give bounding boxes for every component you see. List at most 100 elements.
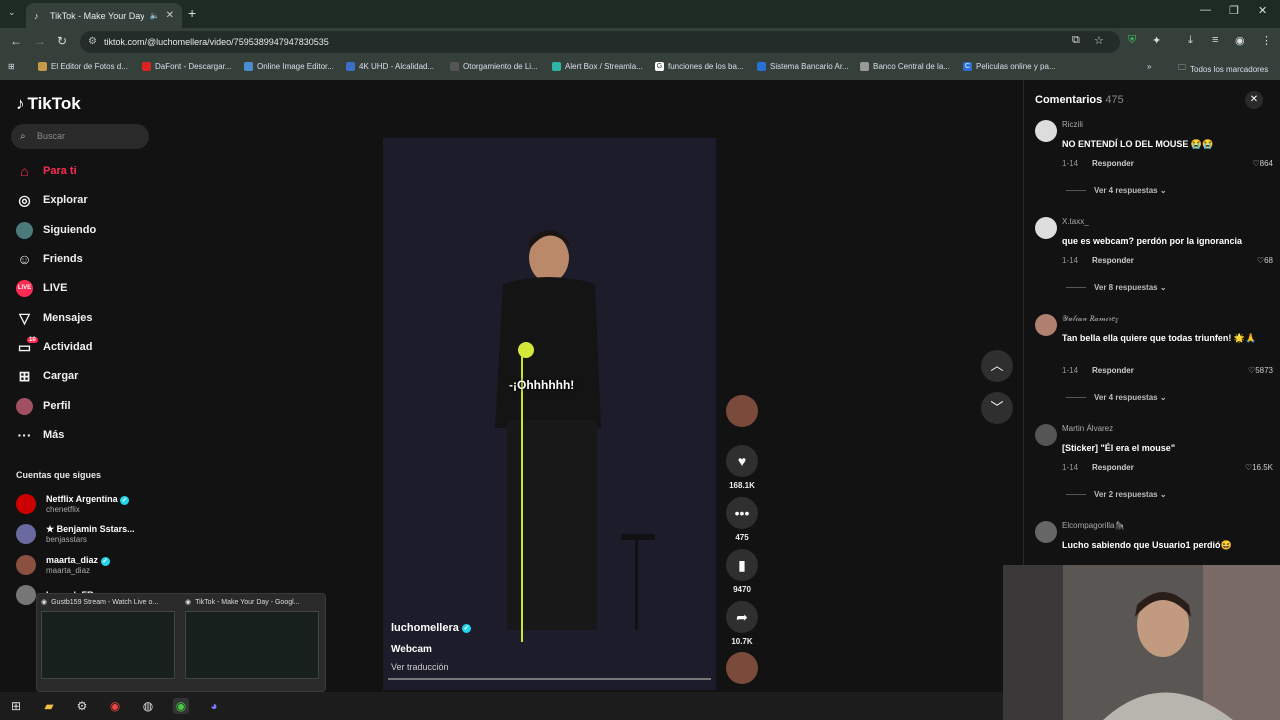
comment-like-button[interactable]: ♡16.5K bbox=[1245, 463, 1273, 472]
bookmark-item[interactable]: DaFont - Descargar... bbox=[142, 62, 231, 71]
nav-explore[interactable]: ◎ Explorar bbox=[16, 190, 87, 210]
window-close-icon[interactable]: ✕ bbox=[1258, 4, 1267, 17]
bookmark-item[interactable]: Sistema Bancario Ar... bbox=[757, 62, 849, 71]
file-explorer-icon[interactable]: ▰ bbox=[41, 698, 57, 714]
apps-grid-icon[interactable]: ⊞ bbox=[8, 62, 15, 71]
bookmark-item[interactable]: 4K UHD - Alcalidad... bbox=[346, 62, 434, 71]
bookmark-item[interactable]: Gfunciones de los ba... bbox=[655, 62, 744, 71]
bookmark-item[interactable]: Banco Central de la... bbox=[860, 62, 950, 71]
minimize-icon[interactable]: — bbox=[1200, 4, 1211, 16]
url-bar[interactable]: ⚙ tiktok.com/@luchomellera/video/7595389… bbox=[80, 31, 1120, 53]
reload-icon[interactable]: ↻ bbox=[57, 34, 67, 48]
sound-disc-button[interactable] bbox=[726, 652, 758, 684]
reply-button[interactable]: Responder bbox=[1092, 463, 1134, 472]
chrome-icon[interactable]: ◉ bbox=[107, 698, 123, 714]
nav-upload[interactable]: ⊞ Cargar bbox=[16, 366, 79, 386]
obs-icon[interactable]: ◍ bbox=[140, 698, 156, 714]
downloads-icon[interactable]: ⤓ bbox=[1188, 34, 1193, 47]
tab-close-icon[interactable]: ✕ bbox=[166, 10, 174, 21]
bookmark-favicon-icon bbox=[38, 62, 47, 71]
nav-more[interactable]: ··· Más bbox=[16, 425, 65, 445]
discord-icon[interactable]: ◕ bbox=[206, 698, 222, 714]
video-progress-bar[interactable] bbox=[388, 678, 711, 680]
windows-start-icon[interactable]: ⊞ bbox=[8, 698, 24, 714]
new-tab-icon[interactable]: + bbox=[188, 5, 196, 21]
tab-search-icon[interactable]: ⌄ bbox=[8, 7, 16, 18]
comment-like-button[interactable]: ♡864 bbox=[1252, 159, 1273, 168]
followed-account[interactable]: ★ Benjamin Sstars... benjasstars bbox=[16, 524, 135, 544]
profile-avatar-icon[interactable]: ◉ bbox=[1235, 34, 1245, 47]
see-translation-link[interactable]: Ver traducción bbox=[391, 662, 449, 672]
browser-tab[interactable]: ♪ TikTok - Make Your Day 🔈 ✕ bbox=[26, 3, 182, 28]
next-video-chevron-down-icon[interactable]: ﹀ bbox=[981, 392, 1013, 424]
followed-account[interactable]: maarta_diaz ✓ maarta_diaz bbox=[16, 555, 110, 575]
creator-avatar-button[interactable] bbox=[726, 395, 758, 427]
extensions-icon[interactable]: ✦ bbox=[1152, 34, 1161, 47]
bookmark-item[interactable]: C Peliculas online y pa... bbox=[963, 62, 1056, 71]
bookmark-item[interactable]: Otorgamiento de Li... bbox=[450, 62, 538, 71]
bookmark-item[interactable]: Online Image Editor... bbox=[244, 62, 334, 71]
nav-live[interactable]: LIVE LIVE bbox=[16, 278, 67, 298]
nav-for-you[interactable]: ⌂ Para ti bbox=[16, 161, 76, 181]
view-replies-button[interactable]: Ver 2 respuestas ⌄ bbox=[1066, 490, 1167, 499]
nav-profile[interactable]: Perfil bbox=[16, 396, 71, 416]
like-button[interactable]: ♥ 168.1K bbox=[726, 445, 758, 490]
reply-button[interactable]: Responder bbox=[1092, 159, 1134, 168]
comment-button[interactable]: ••• 475 bbox=[726, 497, 758, 542]
comment-username[interactable]: 𝒴𝓊𝓁𝒾𝒶𝓃 𝑅𝒶𝓂𝒾𝓇𝑒𝓏 bbox=[1062, 314, 1119, 324]
forward-icon[interactable]: → bbox=[34, 34, 46, 48]
comment-like-button[interactable]: ♡68 bbox=[1257, 256, 1273, 265]
comment-username[interactable]: Riczili bbox=[1062, 120, 1083, 129]
back-icon[interactable]: ← bbox=[10, 34, 22, 48]
restore-icon[interactable]: ❐ bbox=[1229, 4, 1239, 17]
share-button[interactable]: ➦ 10.7K bbox=[726, 601, 758, 646]
avatar[interactable] bbox=[1035, 217, 1057, 239]
adblock-shield-icon[interactable]: ⛨ bbox=[1128, 34, 1136, 47]
chrome-menu-icon[interactable]: ⋮ bbox=[1261, 34, 1272, 47]
view-replies-button[interactable]: Ver 4 respuestas ⌄ bbox=[1066, 393, 1167, 402]
site-info-icon[interactable]: ⚙ bbox=[88, 31, 97, 53]
close-comments-icon[interactable]: ✕ bbox=[1245, 91, 1263, 109]
comment-username[interactable]: X.taxx_ bbox=[1062, 217, 1089, 226]
taskbar-window-preview: ◉ Gustb159 Stream - Watch Live o... ◉ TikT… bbox=[36, 593, 326, 692]
bookmark-star-icon[interactable]: ☆ bbox=[1094, 34, 1104, 47]
tab-audio-icon[interactable]: 🔈 bbox=[150, 11, 160, 20]
bookmarks-overflow-icon[interactable]: » bbox=[1147, 62, 1151, 71]
avatar[interactable] bbox=[1035, 521, 1057, 543]
settings-gear-icon[interactable]: ⚙ bbox=[74, 698, 90, 714]
avatar bbox=[16, 555, 36, 575]
bookmark-item[interactable]: El Editor de Fotos d... bbox=[38, 62, 128, 71]
bookmark-favicon-icon bbox=[346, 62, 355, 71]
all-bookmarks-button[interactable]: 🗀 Todos los marcadores bbox=[1178, 62, 1268, 76]
save-button[interactable]: ▮ 9470 bbox=[726, 549, 758, 594]
preview-window[interactable]: ◉ Gustb159 Stream - Watch Live o... bbox=[41, 598, 179, 679]
tiktok-logo[interactable]: ♪ TikTok bbox=[16, 94, 81, 114]
bookmark-item[interactable]: Alert Box / Streamla... bbox=[552, 62, 643, 71]
preview-window[interactable]: ◉ TikTok - Make Your Day - Googl... bbox=[185, 598, 323, 679]
nav-friends[interactable]: ☺ Friends bbox=[16, 249, 82, 269]
reply-button[interactable]: Responder bbox=[1092, 256, 1134, 265]
previous-video-chevron-up-icon[interactable]: ︿ bbox=[981, 350, 1013, 382]
search-input[interactable]: ⌕ Buscar bbox=[11, 124, 149, 149]
view-replies-button[interactable]: Ver 8 respuestas ⌄ bbox=[1066, 283, 1167, 292]
nav-following[interactable]: Siguiendo bbox=[16, 220, 96, 240]
video-player[interactable]: -¡Ohhhhhh! luchomellera ✓ Webcam Ver tra… bbox=[383, 138, 716, 690]
avatar bbox=[726, 395, 758, 427]
followed-account[interactable]: Netflix Argentina ✓ chenetflix bbox=[16, 494, 130, 514]
install-app-icon[interactable]: ⧉ bbox=[1072, 34, 1080, 47]
avatar[interactable] bbox=[1035, 424, 1057, 446]
avatar[interactable] bbox=[1035, 314, 1057, 336]
video-author[interactable]: luchomellera ✓ bbox=[391, 622, 471, 634]
bookmark-favicon-icon bbox=[244, 62, 253, 71]
reply-button[interactable]: Responder bbox=[1092, 366, 1134, 375]
following-icon bbox=[16, 221, 33, 239]
media-controls-icon[interactable]: ≡ bbox=[1212, 34, 1218, 46]
nav-messages[interactable]: ▽ Mensajes bbox=[16, 308, 92, 328]
chrome-active-icon[interactable]: ◉ bbox=[173, 698, 189, 714]
comment-username[interactable]: Elcompagorilla🦍 bbox=[1062, 521, 1124, 530]
comment-username[interactable]: Martin Álvarez bbox=[1062, 424, 1113, 433]
comment-like-button[interactable]: ♡5873 bbox=[1248, 366, 1273, 375]
view-replies-button[interactable]: Ver 4 respuestas ⌄ bbox=[1066, 186, 1167, 195]
avatar bbox=[16, 585, 36, 605]
avatar[interactable] bbox=[1035, 120, 1057, 142]
